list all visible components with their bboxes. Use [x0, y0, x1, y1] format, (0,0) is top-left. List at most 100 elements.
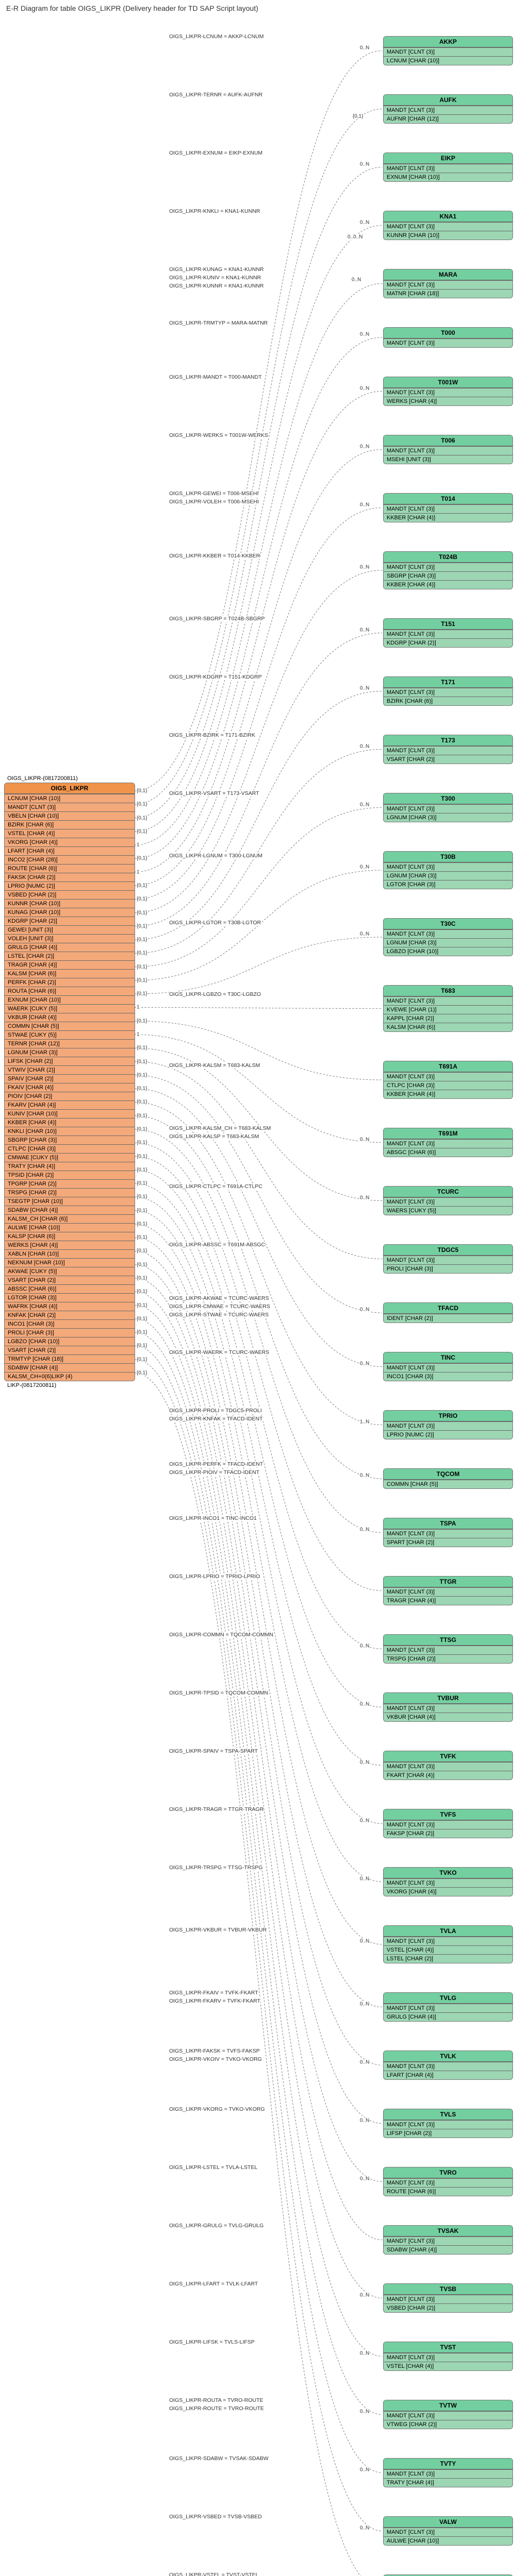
edge-label: OIGS_LIKPR-AKWAE = TCURC-WAERS	[169, 1295, 269, 1301]
cardinality-label: 0..N	[359, 1701, 370, 1707]
edge	[135, 808, 382, 967]
cardinality-label: {0,1}	[136, 923, 148, 929]
table-t001w[interactable]: T001WMANDT [CLNT (3)]WERKS [CHAR (4)]	[383, 377, 513, 406]
table-row: TERNR [CHAR (12)]	[5, 1039, 135, 1048]
edge-label: OIGS_LIKPR-LIFSK = TVLS-LIFSP	[169, 2339, 255, 2345]
cardinality-label: 0..N	[359, 444, 370, 449]
edge	[135, 1102, 382, 1425]
table-t691m[interactable]: T691MMANDT [CLNT (3)]ABSGC [CHAR (6)]	[383, 1128, 513, 1157]
table-t30c[interactable]: T30CMANDT [CLNT (3)]LGNUM [CHAR (3)]LGBZ…	[383, 918, 513, 956]
table-mara[interactable]: MARAMANDT [CLNT (3)]MATNR [CHAR (18)]	[383, 269, 513, 298]
table-ttsg[interactable]: TTSGMANDT [CLNT (3)]TRSPG [CHAR (2)]	[383, 1634, 513, 1664]
table-row: AUFNR [CHAR (12)]	[384, 114, 512, 123]
cardinality-label: 0..N	[359, 2467, 370, 2472]
table-t171[interactable]: T171MANDT [CLNT (3)]BZIRK [CHAR (6)]	[383, 676, 513, 706]
table-tdgc5[interactable]: TDGC5MANDT [CLNT (3)]PROLI [CHAR (3)]	[383, 1244, 513, 1274]
table-head: T683	[384, 986, 512, 996]
table-t000[interactable]: T000MANDT [CLNT (3)]	[383, 327, 513, 348]
edge-label: OIGS_LIKPR-VSTEL = TVST-VSTEL	[169, 2572, 259, 2576]
table-tvst[interactable]: TVSTMANDT [CLNT (3)]VSTEL [CHAR (4)]	[383, 2342, 513, 2371]
table-row: MSEHI [UNIT (3)]	[384, 455, 512, 464]
table-row: TRMTYP [CHAR (18)]	[5, 1354, 135, 1363]
table-tvla[interactable]: TVLAMANDT [CLNT (3)]VSTEL [CHAR (4)]LSTE…	[383, 1925, 513, 1963]
table-head: TPRIO	[384, 1411, 512, 1421]
table-row: SPAIV [CHAR (2)]	[5, 1074, 135, 1083]
table-tinc[interactable]: TINCMANDT [CLNT (3)]INCO1 [CHAR (3)]	[383, 1352, 513, 1381]
table-head: T001W	[384, 377, 512, 388]
table-kna1[interactable]: KNA1MANDT [CLNT (3)]KUNNR [CHAR (10)]	[383, 211, 513, 240]
cardinality-label: {0,1}	[136, 964, 148, 970]
table-head: TVLS	[384, 2109, 512, 2120]
table-tvfs[interactable]: TVFSMANDT [CLNT (3)]FAKSP [CHAR (2)]	[383, 1809, 513, 1838]
table-row: FAKSK [CHAR (2)]	[5, 873, 135, 882]
table-t024b[interactable]: T024BMANDT [CLNT (3)]SBGRP [CHAR (3)]KKB…	[383, 551, 513, 589]
cardinality-label: {0,1}	[136, 815, 148, 821]
table-row: PIOIV [CHAR (2)]	[5, 1092, 135, 1100]
table-t151[interactable]: T151MANDT [CLNT (3)]KDGRP [CHAR (2)]	[383, 618, 513, 648]
edge	[135, 1224, 382, 1944]
cardinality-label: 0..N	[359, 502, 370, 507]
table-valw[interactable]: VALWMANDT [CLNT (3)]AULWE [CHAR (10)]	[383, 2516, 513, 2546]
table-head: TVKO	[384, 1868, 512, 1878]
table-tprio[interactable]: TPRIOMANDT [CLNT (3)]LPRIO [NUMC (2)]	[383, 1410, 513, 1439]
table-row: MANDT [CLNT (3)]	[384, 446, 512, 455]
table-tvro[interactable]: TVROMANDT [CLNT (3)]ROUTE [CHAR (6)]	[383, 2167, 513, 2196]
edge-label: OIGS_LIKPR-VKORG = TVKO-VKORG	[169, 2106, 265, 2112]
table-row: MANDT [CLNT (3)]	[384, 2528, 512, 2536]
table-tcurc[interactable]: TCURCMANDT [CLNT (3)]WAERS [CUKY (5)]	[383, 1186, 513, 1215]
cardinality-label: {0,1}	[136, 1140, 148, 1146]
table-t683[interactable]: T683MANDT [CLNT (3)]KVEWE [CHAR (1)]KAPP…	[383, 985, 513, 1032]
table-t300[interactable]: T300MANDT [CLNT (3)]LGNUM [CHAR (3)]	[383, 793, 513, 822]
table-head: T691M	[384, 1128, 512, 1139]
table-tvty[interactable]: TVTYMANDT [CLNT (3)]TRATY [CHAR (4)]	[383, 2458, 513, 2487]
edge	[135, 1360, 382, 2531]
table-head: TTSG	[384, 1635, 512, 1646]
table-aufk[interactable]: AUFKMANDT [CLNT (3)]AUFNR [CHAR (12)]	[383, 94, 513, 124]
edge-label: OIGS_LIKPR-BZIRK = T171-BZIRK	[169, 732, 255, 738]
table-tqcom[interactable]: TQCOMCOMMN [CHAR (5)]	[383, 1468, 513, 1489]
table-row: KNKLI [CHAR (10)]	[5, 1127, 135, 1136]
table-row: MANDT [CLNT (3)]	[5, 803, 135, 811]
cardinality-label: {0,1}	[136, 1086, 148, 1092]
table-oigs-likpr[interactable]: OIGS_LIKPRLCNUM [CHAR (10)]MANDT [CLNT (…	[4, 783, 135, 1381]
table-tvlg[interactable]: TVLGMANDT [CLNT (3)]GRULG [CHAR (4)]	[383, 1992, 513, 2022]
table-row: KKBER [CHAR (4)]	[5, 1118, 135, 1127]
table-tvtw[interactable]: TVTWMANDT [CLNT (3)]VTWEG [CHAR (2)]	[383, 2400, 513, 2429]
table-row: MANDT [CLNT (3)]	[384, 1363, 512, 1372]
table-row: MANDT [CLNT (3)]	[384, 2178, 512, 2187]
cardinality-label: 0..N	[359, 802, 370, 807]
edge-label: OIGS_LIKPR-LSTEL = TVLA-LSTEL	[169, 2164, 257, 2171]
table-row: MANDT [CLNT (3)]	[384, 222, 512, 231]
table-t014[interactable]: T014MANDT [CLNT (3)]KKBER [CHAR (4)]	[383, 493, 513, 522]
table-row: TRSPG [CHAR (2)]	[384, 1654, 512, 1663]
edge-label: OIGS_LIKPR-EXNUM = EIKP-EXNUM	[169, 150, 262, 156]
table-tvsak[interactable]: TVSAKMANDT [CLNT (3)]SDABW [CHAR (4)]	[383, 2225, 513, 2255]
table-tvfk[interactable]: TVFKMANDT [CLNT (3)]FKART [CHAR (4)]	[383, 1751, 513, 1780]
table-row: CTLPC [CHAR (3)]	[384, 1081, 512, 1090]
table-row: TRSPG [CHAR (2)]	[5, 1188, 135, 1197]
table-row: AKWAE [CUKY (5)]	[5, 1267, 135, 1276]
table-row: IDENT [CHAR (2)]	[384, 1314, 512, 1323]
table-row: MANDT [CLNT (3)]	[384, 1256, 512, 1264]
table-tvko[interactable]: TVKOMANDT [CLNT (3)]VKORG [CHAR (4)]	[383, 1867, 513, 1896]
cardinality-label: {0,1}	[136, 1370, 148, 1376]
table-t173[interactable]: T173MANDT [CLNT (3)]VSART [CHAR (2)]	[383, 735, 513, 764]
table-row: VSTEL [CHAR (4)]	[384, 2362, 512, 2370]
table-tfacd[interactable]: TFACDIDENT [CHAR (2)]	[383, 1302, 513, 1323]
table-row: FAKSP [CHAR (2)]	[384, 1829, 512, 1838]
table-tspa[interactable]: TSPAMANDT [CLNT (3)]SPART [CHAR (2)]	[383, 1518, 513, 1547]
table-ttgr[interactable]: TTGRMANDT [CLNT (3)]TRAGR [CHAR (4)]	[383, 1576, 513, 1605]
table-t006[interactable]: T006MANDT [CLNT (3)]MSEHI [UNIT (3)]	[383, 435, 513, 464]
table-tvls[interactable]: TVLSMANDT [CLNT (3)]LIFSP [CHAR (2)]	[383, 2109, 513, 2138]
table-akkp[interactable]: AKKPMANDT [CLNT (3)]LCNUM [CHAR (10)]	[383, 36, 513, 65]
table-tvsb[interactable]: TVSBMANDT [CLNT (3)]VSBED [CHAR (2)]	[383, 2283, 513, 2313]
table-tvbur[interactable]: TVBURMANDT [CLNT (3)]VKBUR [CHAR (4)]	[383, 1692, 513, 1722]
table-t30b[interactable]: T30BMANDT [CLNT (3)]LGNUM [CHAR (3)]LGTO…	[383, 851, 513, 889]
cardinality-label: {0,1}	[136, 788, 148, 794]
table-head: TCURC	[384, 1187, 512, 1197]
table-eikp[interactable]: EIKPMANDT [CLNT (3)]EXNUM [CHAR (10)]	[383, 152, 513, 182]
table-tvlk[interactable]: TVLKMANDT [CLNT (3)]LFART [CHAR (4)]	[383, 2050, 513, 2080]
table-t691a[interactable]: T691AMANDT [CLNT (3)]CTLPC [CHAR (3)]KKB…	[383, 1061, 513, 1099]
table-row: STWAE [CUKY (5)]	[5, 1030, 135, 1039]
edge	[135, 1332, 382, 2414]
